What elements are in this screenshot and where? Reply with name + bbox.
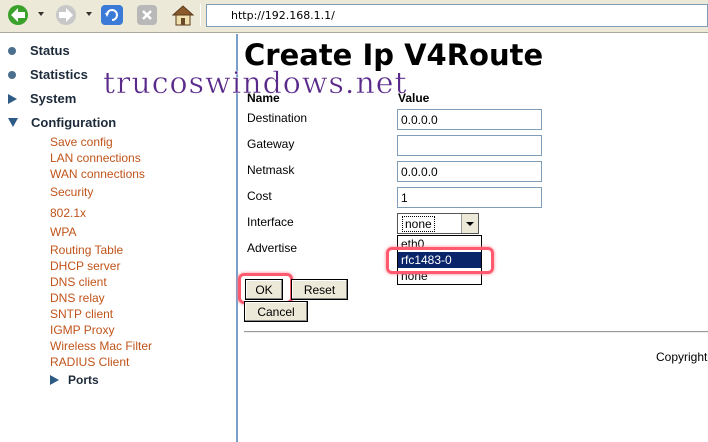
home-icon (171, 5, 195, 26)
sidebar-item-lan-connections[interactable]: LAN connections (50, 151, 141, 165)
forward-button[interactable] (52, 3, 80, 27)
back-button[interactable] (4, 3, 32, 27)
nav-status-label: Status (30, 43, 70, 58)
forward-arrow-icon (56, 5, 76, 25)
nav-system[interactable]: System (8, 91, 76, 106)
nav-statistics[interactable]: Statistics (8, 67, 88, 82)
highlight-ok-button (238, 273, 293, 304)
nav-status[interactable]: Status (8, 43, 70, 58)
forward-dropdown-icon[interactable] (86, 12, 92, 16)
nav-statistics-label: Statistics (30, 67, 88, 82)
bullet-icon (8, 70, 16, 79)
cancel-button[interactable]: Cancel (244, 301, 308, 322)
interface-selected-value: none (402, 216, 435, 232)
netmask-label: Netmask (247, 163, 295, 177)
highlight-rfc1483-option (386, 247, 494, 274)
sidebar-item-wireless-mac-filter[interactable]: Wireless Mac Filter (50, 339, 152, 353)
watermark-text: trucoswindows.net (103, 66, 408, 102)
refresh-icon (101, 5, 123, 25)
sidebar-item-dns-client[interactable]: DNS client (50, 275, 107, 289)
nav-system-label: System (30, 91, 77, 106)
gateway-input[interactable] (397, 135, 542, 156)
sidebar-item-sntp-client[interactable]: SNTP client (50, 307, 113, 321)
sidebar-item-dhcp-server[interactable]: DHCP server (50, 259, 120, 273)
divider-line (244, 331, 708, 333)
sidebar-item-8021x[interactable]: 802.1x (50, 206, 86, 220)
sidebar-item-wpa[interactable]: WPA (50, 225, 76, 239)
cost-label: Cost (247, 189, 272, 203)
sidebar-item-dns-relay[interactable]: DNS relay (50, 291, 105, 305)
triangle-right-icon (8, 93, 17, 104)
cost-input[interactable]: 1 (397, 187, 542, 208)
refresh-button[interactable] (98, 3, 126, 27)
destination-input[interactable]: 0.0.0.0 (397, 109, 542, 130)
sidebar-item-radius-client[interactable]: RADIUS Client (50, 355, 129, 369)
ports-label: Ports (68, 373, 99, 387)
back-dropdown-icon[interactable] (38, 12, 44, 16)
triangle-right-icon (50, 375, 59, 385)
chevron-down-icon[interactable] (461, 214, 478, 233)
nav-configuration-label: Configuration (31, 115, 117, 130)
home-button[interactable] (170, 3, 196, 27)
interface-select[interactable]: none (397, 213, 479, 234)
sidebar-item-security[interactable]: Security (50, 185, 93, 199)
address-text: http://192.168.1.1/ (231, 9, 335, 22)
nav-configuration[interactable]: Configuration (8, 115, 116, 130)
reset-button[interactable]: Reset (291, 279, 348, 300)
address-bar[interactable]: http://192.168.1.1/ (206, 4, 708, 27)
netmask-input[interactable]: 0.0.0.0 (397, 161, 542, 182)
advertise-label: Advertise (247, 241, 298, 255)
sidebar-item-wan-connections[interactable]: WAN connections (50, 167, 145, 181)
sidebar-item-ports[interactable]: Ports (50, 373, 99, 387)
sidebar-item-igmp-proxy[interactable]: IGMP Proxy (50, 323, 114, 337)
sidebar-item-save-config[interactable]: Save config (50, 135, 113, 149)
copyright-text: Copyright (656, 350, 708, 364)
gateway-label: Gateway (247, 137, 295, 151)
stop-button[interactable] (134, 3, 160, 27)
destination-label: Destination (247, 111, 308, 125)
interface-label: Interface (247, 215, 294, 229)
triangle-down-icon (8, 118, 18, 127)
sidebar-item-routing-table[interactable]: Routing Table (50, 243, 123, 257)
bullet-icon (8, 46, 16, 55)
toolbar-separator (200, 4, 201, 26)
back-arrow-icon (8, 5, 28, 25)
browser-toolbar: http://192.168.1.1/ (0, 0, 708, 33)
stop-icon (137, 5, 157, 25)
